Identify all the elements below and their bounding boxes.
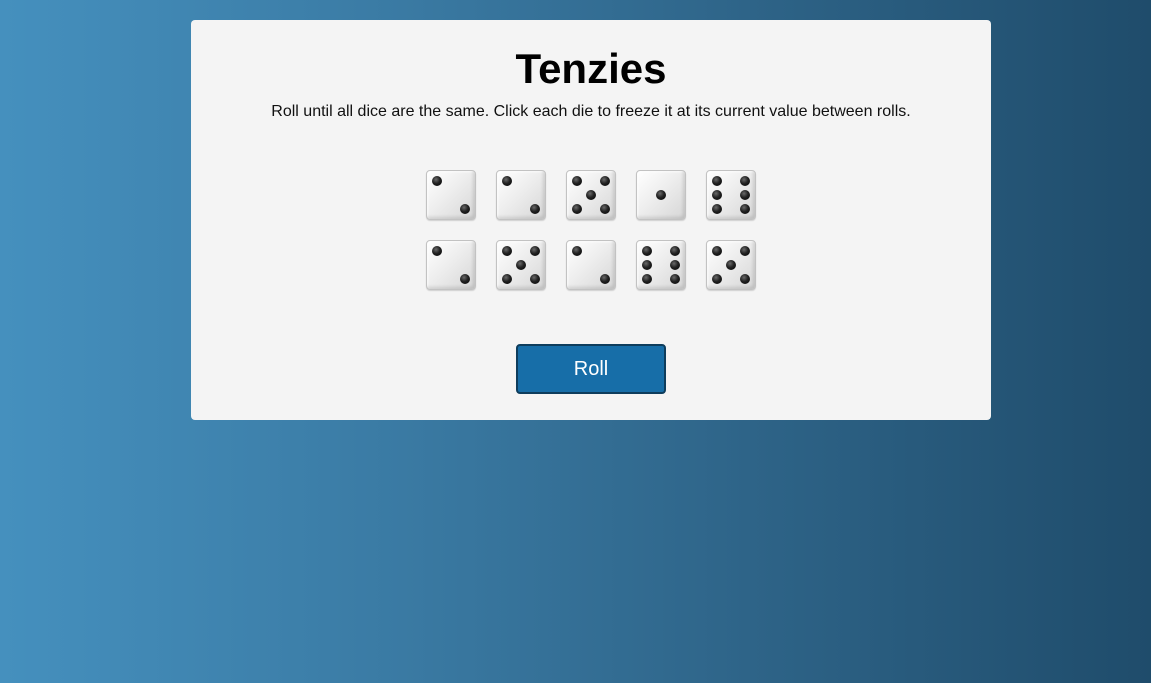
die-1[interactable] (426, 170, 476, 220)
die-5[interactable] (706, 170, 756, 220)
die-10[interactable] (706, 240, 756, 290)
die-pip (600, 175, 611, 186)
die-pip (641, 274, 652, 285)
die-pip (740, 175, 751, 186)
die-pip (670, 245, 681, 256)
die-pip (726, 260, 736, 270)
die-pip (711, 245, 722, 256)
die-2[interactable] (496, 170, 546, 220)
die-3[interactable] (566, 170, 616, 220)
die-pip (600, 204, 611, 215)
die-pip (586, 190, 596, 200)
die-pip (670, 260, 681, 270)
die-pip (740, 274, 751, 285)
die-pip (501, 245, 512, 256)
dice-grid (426, 170, 756, 290)
die-7[interactable] (496, 240, 546, 290)
die-pip (641, 245, 652, 256)
die-pip (571, 245, 582, 256)
die-9[interactable] (636, 240, 686, 290)
die-pip (641, 260, 652, 270)
die-pip (530, 245, 541, 256)
die-6[interactable] (426, 240, 476, 290)
die-pip (516, 260, 526, 270)
die-pip (571, 175, 582, 186)
die-pip (711, 274, 722, 285)
die-pip (530, 274, 541, 285)
die-pip (600, 274, 611, 285)
die-pip (740, 190, 751, 200)
die-pip (656, 190, 666, 200)
roll-button[interactable]: Roll (516, 344, 666, 394)
die-pip (711, 190, 722, 200)
die-pip (431, 175, 442, 186)
die-pip (431, 245, 442, 256)
die-pip (501, 175, 512, 186)
game-instructions: Roll until all dice are the same. Click … (271, 103, 911, 120)
die-pip (501, 274, 512, 285)
die-pip (460, 204, 471, 215)
die-pip (530, 204, 541, 215)
die-pip (711, 175, 722, 186)
die-pip (460, 274, 471, 285)
game-title: Tenzies (515, 45, 667, 92)
die-pip (740, 204, 751, 215)
die-pip (711, 204, 722, 215)
die-pip (571, 204, 582, 215)
die-8[interactable] (566, 240, 616, 290)
die-pip (740, 245, 751, 256)
die-pip (670, 274, 681, 285)
die-4[interactable] (636, 170, 686, 220)
game-panel: Tenzies Roll until all dice are the same… (191, 20, 991, 420)
